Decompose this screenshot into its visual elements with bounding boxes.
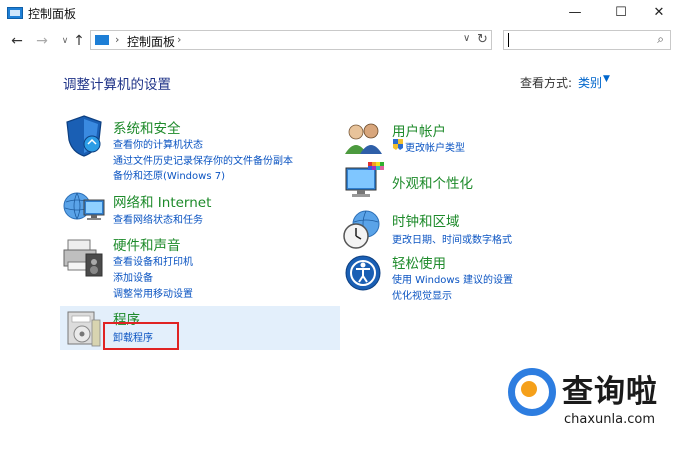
watermark-url: chaxunla.com [564, 412, 655, 427]
link-change-account-type[interactable]: 更改帐户类型 [405, 139, 465, 154]
breadcrumb-separator-end[interactable]: › [177, 33, 181, 46]
user-accounts-icon[interactable] [344, 122, 384, 156]
address-bar[interactable]: › 控制面板 › ∨ ↻ [90, 30, 492, 50]
category-appearance-personalization[interactable]: 外观和个性化 [392, 172, 473, 192]
category-ease-of-access[interactable]: 轻松使用 [392, 252, 446, 272]
link-backup-restore[interactable]: 备份和还原(Windows 7) [113, 167, 225, 182]
network-globe-icon[interactable] [62, 188, 106, 228]
category-user-accounts[interactable]: 用户帐户 [392, 120, 446, 140]
control-panel-small-icon [95, 35, 109, 45]
link-devices-printers[interactable]: 查看设备和打印机 [113, 253, 193, 268]
link-view-network-status[interactable]: 查看网络状态和任务 [113, 211, 203, 226]
category-hardware-sound[interactable]: 硬件和声音 [113, 234, 181, 254]
uninstall-highlight-box [103, 322, 179, 350]
appearance-icon[interactable] [344, 160, 386, 200]
shield-icon[interactable] [64, 114, 104, 158]
window-title: 控制面板 [28, 7, 77, 21]
close-button[interactable]: ✕ [636, 0, 682, 26]
address-dropdown-button[interactable]: ∨ [463, 33, 470, 44]
link-file-history-backup[interactable]: 通过文件历史记录保存你的文件备份副本 [113, 152, 293, 167]
view-by-label: 查看方式: [520, 76, 573, 90]
forward-button[interactable]: → [33, 32, 51, 50]
programs-icon[interactable] [66, 310, 102, 348]
page-title: 调整计算机的设置 [63, 77, 171, 93]
breadcrumb-separator[interactable]: › [115, 33, 119, 46]
breadcrumb-control-panel[interactable]: 控制面板 [127, 33, 175, 50]
ease-of-access-icon[interactable] [344, 254, 382, 292]
category-system-security[interactable]: 系统和安全 [113, 117, 181, 137]
watermark-text: 查询啦 [562, 374, 658, 410]
watermark-dot-icon [521, 381, 537, 397]
watermark-logo: 查询啦 chaxunla.com [508, 364, 678, 440]
back-button[interactable]: ← [8, 32, 26, 50]
printer-icon[interactable] [62, 236, 106, 280]
clock-globe-icon[interactable] [342, 208, 384, 250]
view-by-dropdown[interactable]: 类别 [578, 74, 602, 91]
category-clock-region[interactable]: 时钟和区域 [392, 210, 460, 230]
link-view-computer-status[interactable]: 查看你的计算机状态 [113, 136, 203, 151]
category-network-internet[interactable]: 网络和 Internet [113, 191, 211, 211]
link-mobility-settings[interactable]: 调整常用移动设置 [113, 285, 193, 300]
title-bar: 控制面板 — ☐ ✕ [0, 0, 682, 26]
programs-hover-highlight [60, 306, 340, 350]
up-button[interactable]: ↑ [70, 32, 88, 50]
minimize-button[interactable]: — [552, 0, 598, 26]
link-optimize-visual-display[interactable]: 优化视觉显示 [392, 287, 452, 302]
navigation-bar: ← → ∨ ↑ › 控制面板 › ∨ ↻ ⌕ [0, 28, 682, 54]
search-input[interactable]: ⌕ [503, 30, 671, 50]
link-change-date-time-format[interactable]: 更改日期、时间或数字格式 [392, 231, 512, 246]
control-panel-icon [7, 7, 23, 19]
link-add-device[interactable]: 添加设备 [113, 269, 153, 284]
link-windows-recommended-settings[interactable]: 使用 Windows 建议的设置 [392, 271, 513, 286]
search-icon[interactable]: ⌕ [657, 32, 664, 47]
refresh-button[interactable]: ↻ [477, 32, 488, 47]
chevron-down-icon[interactable]: ▼ [603, 74, 610, 84]
uac-shield-icon [393, 139, 403, 150]
text-caret [508, 33, 509, 47]
